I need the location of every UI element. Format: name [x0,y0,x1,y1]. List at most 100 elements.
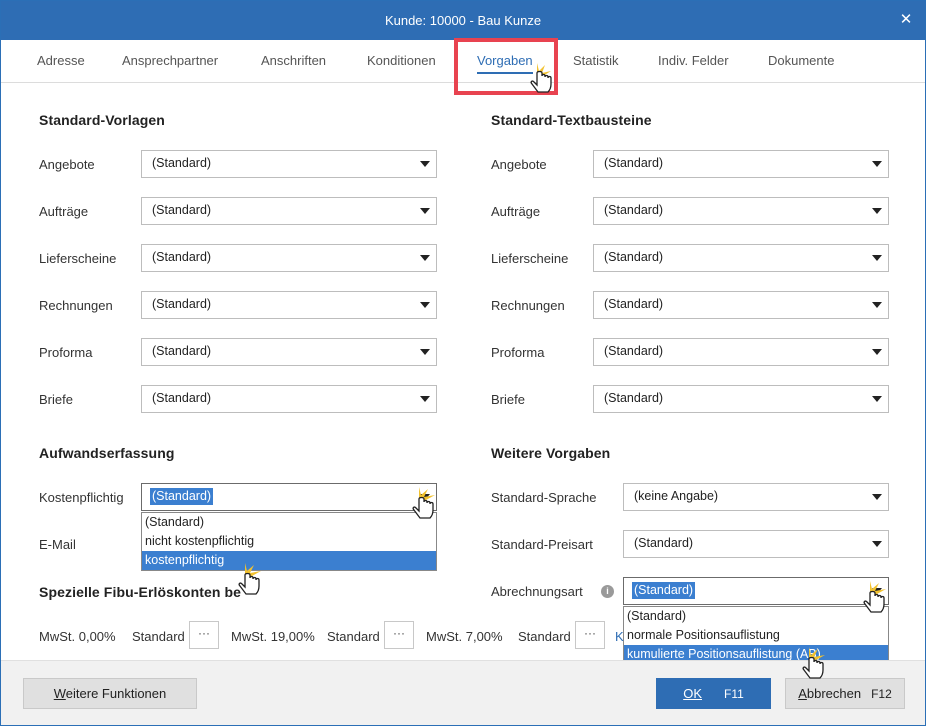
chevron-down-icon [872,541,882,547]
abrechnungsart-option[interactable]: normale Positionsauflistung [624,626,888,645]
section-fibu-erloeskonten: Spezielle Fibu-Erlöskonten be [39,584,242,600]
select-value: (Standard) [152,156,212,170]
select-value: (Standard) [604,297,664,311]
customer-dialog: Kunde: 10000 - Bau Kunze ✕ Adresse Anspr… [0,0,926,726]
select-value: (Standard) [604,250,664,264]
standard-vorlagen-select[interactable]: (Standard) [141,291,437,319]
chevron-down-icon [872,208,882,214]
select-value: (Standard) [152,250,212,264]
ok-shortcut: F11 [724,687,744,701]
abbrechen-label: bbrechen [806,686,862,701]
select-value: (Standard) [604,156,664,170]
fibu-mwst-19-value: Standard [327,629,380,644]
mnemonic-letter: A [798,686,807,701]
standard-textbausteine-label: Lieferscheine [491,251,569,266]
tab-dokumente[interactable]: Dokumente [768,40,834,82]
tab-statistik[interactable]: Statistik [573,40,619,82]
standard-vorlagen-label: Lieferscheine [39,251,117,266]
standard-vorlagen-label: Proforma [39,345,93,360]
standard-vorlagen-label: Aufträge [39,204,89,219]
standard-textbausteine-select[interactable]: (Standard) [593,197,889,225]
fibu-truncated-link[interactable]: K [615,629,624,644]
standard-textbausteine-label: Briefe [491,392,525,407]
standard-vorlagen-label: Angebote [39,157,95,172]
tab-indiv-felder[interactable]: Indiv. Felder [658,40,729,82]
chevron-down-icon [872,349,882,355]
standard-textbausteine-select[interactable]: (Standard) [593,150,889,178]
title-bar: Kunde: 10000 - Bau Kunze ✕ [1,1,925,40]
kostenpflichtig-dropdown: (Standard) nicht kostenpflichtig kostenp… [141,512,437,571]
weitere-funktionen-button[interactable]: Weitere Funktionen [23,678,197,709]
standard-textbausteine-select[interactable]: (Standard) [593,338,889,366]
select-value: (Standard) [152,391,212,405]
chevron-down-icon [872,396,882,402]
section-standard-vorlagen: Standard-Vorlagen [39,112,165,128]
standard-textbausteine-label: Angebote [491,157,547,172]
section-aufwandserfassung: Aufwandserfassung [39,445,175,461]
standard-textbausteine-label: Aufträge [491,204,541,219]
section-standard-textbausteine: Standard-Textbausteine [491,112,652,128]
abrechnungsart-label: Abrechnungsart [491,584,583,599]
standard-sprache-label: Standard-Sprache [491,490,597,505]
chevron-down-icon [872,255,882,261]
chevron-down-icon [420,208,430,214]
fibu-mwst-19-label: MwSt. 19,00% [231,629,315,644]
chevron-down-icon [420,494,430,500]
chevron-down-icon [872,161,882,167]
standard-preisart-label: Standard-Preisart [491,537,593,552]
standard-preisart-select[interactable]: (Standard) [623,530,889,558]
chevron-down-icon [872,302,882,308]
fibu-mwst-7-value: Standard [518,629,571,644]
standard-textbausteine-select[interactable]: (Standard) [593,244,889,272]
standard-vorlagen-select[interactable]: (Standard) [141,338,437,366]
weitere-funktionen-label: eitere Funktionen [65,686,167,701]
tab-ansprechpartner[interactable]: Ansprechpartner [122,40,218,82]
standard-vorlagen-select[interactable]: (Standard) [141,197,437,225]
fibu-mwst-19-browse-button[interactable]: ··· [384,621,414,649]
tab-adresse[interactable]: Adresse [37,40,85,82]
select-value: (Standard) [604,344,664,358]
mnemonic-letter: W [53,686,66,701]
abrechnungsart-option[interactable]: (Standard) [624,607,888,626]
kostenpflichtig-value: (Standard) [150,488,214,505]
standard-vorlagen-label: Briefe [39,392,73,407]
chevron-down-icon [872,494,882,500]
fibu-mwst-7-label: MwSt. 7,00% [426,629,503,644]
fibu-mwst-7-browse-button[interactable]: ··· [575,621,605,649]
tab-highlight-frame [454,38,558,95]
ok-button[interactable]: OK F11 [656,678,771,709]
standard-vorlagen-select[interactable]: (Standard) [141,244,437,272]
standard-textbausteine-label: Proforma [491,345,545,360]
chevron-down-icon [420,349,430,355]
select-value: (Standard) [152,297,212,311]
chevron-down-icon [420,161,430,167]
tab-konditionen[interactable]: Konditionen [367,40,436,82]
abrechnungsart-dropdown: (Standard) normale Positionsauflistung k… [623,606,889,665]
chevron-down-icon [872,588,882,594]
kostenpflichtig-option[interactable]: (Standard) [142,513,436,532]
standard-textbausteine-select[interactable]: (Standard) [593,291,889,319]
kostenpflichtig-select[interactable]: (Standard) [141,483,437,511]
fibu-mwst-0-browse-button[interactable]: ··· [189,621,219,649]
fibu-mwst-0-value: Standard [132,629,185,644]
standard-vorlagen-select[interactable]: (Standard) [141,150,437,178]
close-icon[interactable]: ✕ [897,11,915,29]
abrechnungsart-select[interactable]: (Standard) [623,577,889,605]
chevron-down-icon [420,396,430,402]
kostenpflichtig-option-selected[interactable]: kostenpflichtig [142,551,436,570]
window-title: Kunde: 10000 - Bau Kunze [384,13,542,28]
abbrechen-shortcut: F12 [871,687,892,701]
standard-textbausteine-select[interactable]: (Standard) [593,385,889,413]
standard-sprache-select[interactable]: (keine Angabe) [623,483,889,511]
kostenpflichtig-option[interactable]: nicht kostenpflichtig [142,532,436,551]
tab-anschriften[interactable]: Anschriften [261,40,326,82]
abbrechen-button[interactable]: Abbrechen F12 [785,678,905,709]
ok-label: OK [683,686,702,701]
standard-textbausteine-label: Rechnungen [491,298,565,313]
kostenpflichtig-label: Kostenpflichtig [39,490,124,505]
info-icon[interactable]: i [601,585,614,598]
standard-sprache-value: (keine Angabe) [634,489,719,503]
dialog-footer: Weitere Funktionen OK F11 Abbrechen F12 [1,660,925,725]
select-value: (Standard) [604,203,664,217]
standard-vorlagen-select[interactable]: (Standard) [141,385,437,413]
